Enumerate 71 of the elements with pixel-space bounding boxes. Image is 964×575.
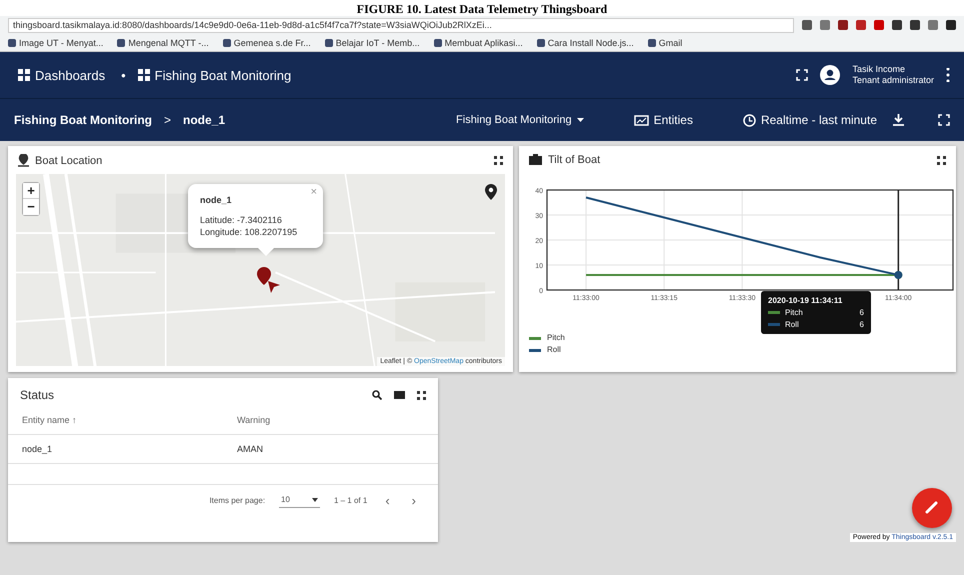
bookmark-icon (648, 38, 656, 46)
tooltip-value: 6 (860, 320, 864, 329)
entities-button[interactable]: Entities (630, 111, 697, 129)
drag-icon[interactable] (417, 390, 426, 400)
bookmark-icon (536, 38, 545, 46)
tooltip-label: Roll (785, 320, 799, 329)
download-icon[interactable] (893, 114, 904, 126)
entities-icon (634, 114, 649, 126)
avatar-icon[interactable] (820, 65, 840, 85)
next-page-button[interactable]: › (408, 493, 420, 508)
caret-icon (576, 118, 584, 122)
table-cell: node_1 (8, 434, 223, 464)
tooltip-value: 6 (860, 308, 864, 317)
legend-swatch (529, 348, 541, 352)
dashboard-icon (18, 69, 30, 81)
bookmark-icon (117, 38, 126, 46)
table-cell: AMAN (223, 434, 438, 464)
bookmark-icon (434, 38, 442, 46)
pagination-label: Items per page: (209, 496, 266, 505)
bookmark-label: Gmail (658, 38, 682, 48)
previous-page-button[interactable]: ‹ (381, 493, 394, 508)
fullscreen-icon[interactable] (796, 69, 808, 81)
tooltip-time: 2020-10-19 11:34:11 (768, 296, 844, 305)
pin-icon[interactable] (485, 184, 497, 200)
drag-icon[interactable] (494, 156, 503, 165)
breadcrumb-separator: > (164, 113, 171, 127)
more-icon[interactable] (946, 68, 950, 82)
bookmark[interactable]: Gmail (648, 38, 682, 48)
clock-icon (742, 114, 756, 126)
address-bar[interactable]: thingsboard.tasikmalaya.id:8080/dashboards/14c9e9d0-0e6a-11eb-9d8d-a1c5f4f7ca7f?state=W3siaWQiOiJub2RlXzEi... (8, 18, 794, 32)
search-icon[interactable] (372, 390, 382, 400)
bookmark-icon (324, 38, 333, 46)
bookmark-icon (222, 38, 231, 46)
zoom-in-button[interactable]: + (23, 183, 39, 199)
pencil-icon (925, 500, 939, 514)
page-size-select[interactable]: 10 (279, 493, 320, 508)
breadcrumb-separator: • (121, 68, 126, 82)
timewindow-button[interactable]: Realtime - last minute (738, 111, 881, 129)
widget-title: Boat Location (35, 154, 102, 166)
location-icon (18, 154, 29, 167)
legend-item[interactable]: Roll (529, 344, 565, 356)
picture-hover-marker (894, 271, 902, 279)
dashboard-name: Fishing Boat Monitoring (14, 113, 152, 127)
state-name: node_1 (183, 113, 226, 127)
legend-item[interactable]: Pitch (529, 332, 565, 344)
breadcrumb-link[interactable]: Dashboards (14, 66, 110, 84)
briefcase-icon (529, 154, 542, 166)
fullscreen-icon[interactable] (938, 114, 950, 126)
figure-caption: FIGURE 10. Latest Data Telemetry Thingsboard (356, 2, 608, 16)
tooltip-label: Pitch (785, 308, 803, 317)
location-marker-icon (256, 267, 282, 293)
edit-button[interactable] (912, 488, 952, 528)
legend-label: Pitch (547, 332, 565, 344)
user-name: Tasik Income (852, 64, 906, 75)
dashboard-icon (138, 69, 150, 81)
drag-icon[interactable] (937, 156, 946, 164)
column-header[interactable]: Entity name ↑ (8, 406, 223, 434)
widget-title: Status (20, 388, 54, 402)
popup-title: node_1 (200, 194, 233, 206)
legend-swatch (529, 336, 541, 340)
dashboard-title: Fishing Boat Monitoring (154, 68, 292, 82)
column-header[interactable]: Warning (223, 406, 438, 434)
bookmark-icon (8, 38, 16, 46)
dashboard-select[interactable]: Fishing Boat Monitoring (452, 112, 588, 128)
legend-label: Roll (547, 344, 561, 356)
popup-text: Latitude: -7.3402116 (200, 214, 283, 226)
user-role: Tenant administrator (852, 75, 934, 86)
popup-text: Longitude: 108.2207195 (200, 226, 298, 238)
select-value: 10 (281, 495, 290, 505)
widget-title: Tilt of Boat (548, 154, 600, 166)
pagination-range: 1 – 1 of 1 (334, 496, 368, 505)
